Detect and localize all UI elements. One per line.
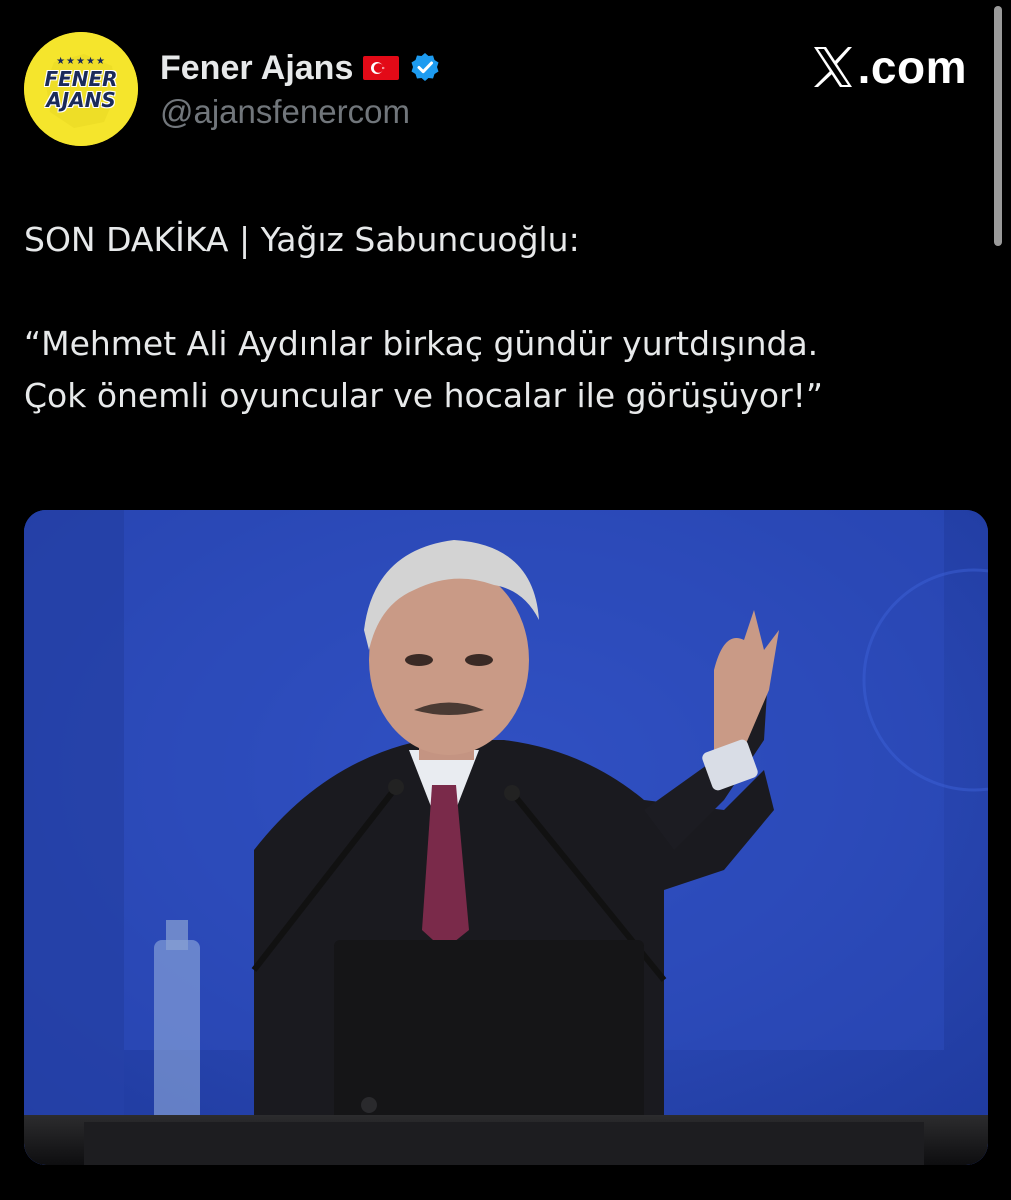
- verified-badge-icon: [411, 53, 439, 81]
- tweet-header: ★★★★★ FENER AJANS Fener Ajans @ajansfene…: [0, 0, 1011, 170]
- avatar[interactable]: ★★★★★ FENER AJANS: [24, 32, 138, 146]
- x-logo-icon: [813, 47, 852, 87]
- avatar-stars: ★★★★★: [56, 56, 106, 67]
- tweet-quote-line2: Çok önemli oyuncular ve hocalar ile görü…: [24, 376, 823, 415]
- display-name[interactable]: Fener Ajans: [160, 49, 353, 88]
- avatar-logo-text-line1: FENER: [44, 67, 118, 91]
- x-com-brand: .com: [812, 40, 967, 94]
- tweet-quote-line1: “Mehmet Ali Aydınlar birkaç gündür yurtd…: [24, 324, 819, 363]
- photo-speaker-at-podium: [24, 510, 988, 1165]
- brand-domain-label: .com: [857, 41, 967, 93]
- account-handle[interactable]: @ajansfenercom: [160, 93, 410, 131]
- tweet-text: SON DAKİKA | Yağız Sabuncuoğlu: “Mehmet …: [24, 214, 984, 422]
- turkey-flag-icon: [363, 56, 400, 80]
- tweet-photo[interactable]: [24, 510, 988, 1165]
- avatar-logo-text-line2: AJANS: [46, 88, 116, 112]
- name-row: Fener Ajans: [160, 48, 441, 88]
- scrollbar[interactable]: [994, 6, 1002, 246]
- tweet-headline: SON DAKİKA | Yağız Sabuncuoğlu:: [24, 220, 580, 259]
